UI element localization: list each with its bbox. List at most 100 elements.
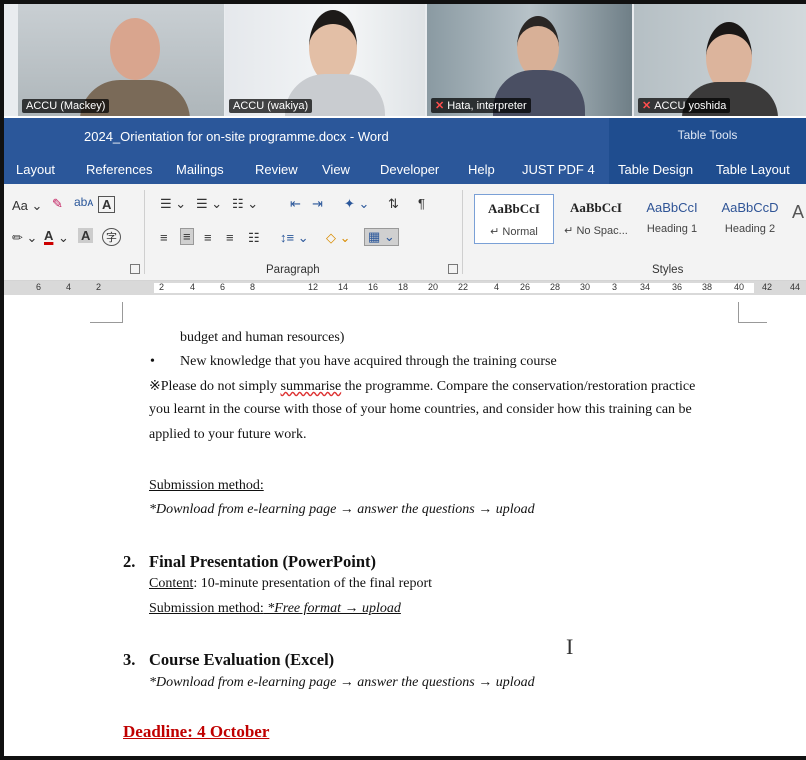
style-heading-1[interactable]: AaBbCcI Heading 1 <box>632 194 712 244</box>
tab-developer[interactable]: Developer <box>380 162 439 177</box>
ruler-number: 22 <box>458 282 469 292</box>
shading-icon[interactable]: ◇ ⌄ <box>326 230 351 246</box>
tab-table-design[interactable]: Table Design <box>618 162 693 177</box>
bullets-icon[interactable]: ☰ ⌄ <box>160 196 186 212</box>
paragraph-group-label: Paragraph <box>266 264 320 276</box>
tab-review[interactable]: Review <box>255 162 298 177</box>
note-line: applied to your future work. <box>149 427 307 442</box>
word-title-bar: 2024_Orientation for on-site programme.d… <box>4 118 806 156</box>
tab-mailings[interactable]: Mailings <box>176 162 224 177</box>
tab-table-layout[interactable]: Table Layout <box>716 162 790 177</box>
decrease-indent-icon[interactable]: ⇤ <box>290 196 301 212</box>
character-border-icon[interactable]: A <box>98 196 116 213</box>
font-color-button[interactable]: A <box>44 228 53 243</box>
section-heading: Final Presentation (PowerPoint) <box>149 552 376 571</box>
style-normal[interactable]: AaBbCcI ↵ Normal <box>474 194 554 244</box>
style-sample: AaBbCcI <box>487 201 540 216</box>
ruler-number: 4 <box>494 282 500 292</box>
paragraph-dialog-launcher-icon[interactable] <box>448 264 458 274</box>
bullet-text: New knowledge that you have acquired thr… <box>180 354 557 369</box>
font-color-dropdown-icon[interactable]: ⌄ <box>58 230 69 246</box>
participant-name: ACCU (wakiya) <box>229 99 313 113</box>
distributed-icon[interactable]: ☷ <box>248 230 260 246</box>
ruler-number: 6 <box>36 282 42 292</box>
font-dialog-launcher-icon[interactable] <box>130 264 140 274</box>
ruler-text-area <box>154 283 754 293</box>
sort-icon[interactable]: ⇅ <box>388 196 399 212</box>
ruler-number: 36 <box>672 282 683 292</box>
submission-line: Submission method: *Free format → upload <box>149 601 401 616</box>
ruler-number: 44 <box>790 282 801 292</box>
group-divider <box>462 190 463 274</box>
table-tools-context-label: Table Tools <box>609 118 806 156</box>
tab-references[interactable]: References <box>86 162 152 177</box>
ruler-number: 18 <box>398 282 409 292</box>
enclose-characters-icon[interactable]: 字 <box>102 228 121 246</box>
show-marks-icon[interactable]: ¶ <box>418 196 425 211</box>
character-shading-icon[interactable]: A <box>78 228 94 243</box>
ruler-number: 8 <box>250 282 256 292</box>
note-line: you learnt in the course with those of y… <box>149 402 692 417</box>
submission-method-text: *Download from e-learning page → answer … <box>149 502 535 517</box>
body-text: budget and human resources) <box>180 330 345 345</box>
more-styles-icon[interactable]: A <box>792 202 804 223</box>
text-cursor-icon: I <box>566 634 574 659</box>
ruler-number: 28 <box>550 282 561 292</box>
ribbon: Aa ⌄ ✎ abᴀ A ✏ ⌄ A ⌄ A 字 ☰ ⌄ ☰ ⌄ ☷ ⌄ ⇤ ⇥… <box>4 184 806 281</box>
line-spacing-icon[interactable]: ↕≡ ⌄ <box>280 230 309 246</box>
participant-tile[interactable]: ✕ Hata, interpreter <box>427 4 632 116</box>
note-line: ※Please do not simply summarise the prog… <box>149 379 696 394</box>
tab-layout[interactable]: Layout <box>16 162 55 177</box>
deadline-text: Deadline: 4 October <box>123 722 270 741</box>
asian-layout-icon[interactable]: ✦ ⌄ <box>344 196 369 212</box>
increase-indent-icon[interactable]: ⇥ <box>312 196 323 212</box>
style-sample: AaBbCcI <box>569 200 622 215</box>
ruler-number: 4 <box>190 282 196 292</box>
group-divider <box>144 190 145 274</box>
change-case-button[interactable]: Aa ⌄ <box>12 198 42 214</box>
submission-method-text: *Download from e-learning page → answer … <box>149 675 535 690</box>
participant-tile[interactable]: ACCU (Mackey) <box>18 4 224 116</box>
tab-view[interactable]: View <box>322 162 350 177</box>
highlight-color-button[interactable]: ✏ ⌄ <box>12 230 37 246</box>
participant-tile[interactable]: ✕ ACCU yoshida <box>634 4 806 116</box>
document-title: 2024_Orientation for on-site programme.d… <box>84 129 389 144</box>
style-heading-2[interactable]: AaBbCcD Heading 2 <box>710 194 790 244</box>
style-sample: AaBbCcD <box>721 200 779 215</box>
ruler-number: 38 <box>702 282 713 292</box>
margin-corner-mark <box>738 302 767 323</box>
align-left-icon[interactable]: ≡ <box>160 230 168 245</box>
ruler-number: 26 <box>520 282 531 292</box>
style-no-spacing[interactable]: AaBbCcI ↵ No Spac... <box>556 194 636 244</box>
align-right-icon[interactable]: ≡ <box>204 230 212 245</box>
style-name: Heading 1 <box>646 223 698 235</box>
phonetic-guide-icon[interactable]: abᴀ <box>74 195 93 209</box>
justify-icon[interactable]: ≡ <box>226 230 234 245</box>
list-number: 3. <box>123 650 136 669</box>
tab-help[interactable]: Help <box>468 162 495 177</box>
ruler-number: 3 <box>612 282 618 292</box>
content-line: Content: 10-minute presentation of the f… <box>149 576 433 591</box>
misspelled-word: summarise <box>280 379 342 394</box>
margin-corner-mark <box>90 302 123 323</box>
document-page[interactable]: budget and human resources) • New knowle… <box>4 296 806 756</box>
clear-formatting-icon[interactable]: ✎ <box>52 196 63 212</box>
ruler-number: 30 <box>580 282 591 292</box>
participant-tile[interactable]: ACCU (wakiya) <box>225 4 425 116</box>
mic-muted-icon: ✕ <box>642 100 652 112</box>
tab-just-pdf[interactable]: JUST PDF 4 <box>522 162 595 177</box>
list-number: 2. <box>123 552 136 571</box>
horizontal-ruler[interactable]: 6 4 2 2 4 6 8 12 14 16 18 20 22 4 26 28 … <box>4 281 806 295</box>
participant-name: ACCU (Mackey) <box>22 99 110 113</box>
center-align-icon[interactable]: ≡ <box>180 228 194 245</box>
participant-face <box>517 16 559 78</box>
video-gallery: ACCU (Mackey) ACCU (wakiya) ✕ Hata, inter… <box>4 4 806 116</box>
numbering-icon[interactable]: ☰ ⌄ <box>196 196 222 212</box>
ruler-number: 42 <box>762 282 773 292</box>
participant-name: ✕ Hata, interpreter <box>431 98 531 113</box>
submission-method-label: Submission method: <box>149 478 264 493</box>
participant-name: ✕ ACCU yoshida <box>638 98 731 113</box>
multilevel-list-icon[interactable]: ☷ ⌄ <box>232 196 258 212</box>
section-heading: Course Evaluation (Excel) <box>149 650 335 669</box>
borders-icon[interactable]: ▦ ⌄ <box>364 228 399 246</box>
